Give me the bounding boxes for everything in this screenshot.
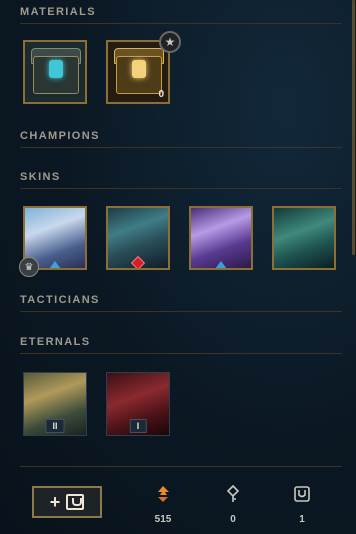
hextech-lock-icon	[49, 60, 63, 78]
orange-essence-counter: 515	[143, 484, 183, 525]
section-title-eternals: ETERNALS	[20, 336, 342, 354]
eternal-tile[interactable]: II	[23, 372, 87, 436]
key-fragment-icon	[213, 484, 253, 504]
scrollbar[interactable]	[352, 0, 355, 255]
chest-icon	[66, 494, 85, 510]
chest-count-value: 1	[299, 514, 305, 525]
materials-section: MATERIALS	[20, 6, 342, 24]
add-chest-button[interactable]: +	[32, 486, 102, 518]
skins-section: SKINS	[20, 171, 342, 189]
material-count: 0	[158, 89, 164, 100]
orange-essence-value: 515	[154, 514, 172, 525]
tacticians-section: TACTICIANS	[20, 294, 342, 312]
star-badge-icon: ★	[159, 31, 181, 53]
section-title-champions: CHAMPIONS	[20, 130, 342, 148]
epic-rarity-icon	[215, 261, 227, 268]
eternals-section: ETERNALS	[20, 336, 342, 354]
mythic-gem-icon	[130, 255, 146, 268]
masterwork-lock-icon	[132, 60, 146, 78]
chest-counter: 1	[282, 484, 322, 525]
champions-section: CHAMPIONS	[20, 130, 342, 148]
key-fragment-value: 0	[230, 514, 236, 525]
masterwork-chest-tile[interactable]: 0	[106, 40, 170, 104]
chest-icon	[282, 484, 322, 504]
eternal-series-badge: II	[45, 419, 65, 433]
plus-icon: +	[49, 491, 61, 512]
section-title-materials: MATERIALS	[20, 6, 342, 24]
hextech-chest-tile[interactable]	[23, 40, 87, 104]
skin-tile[interactable]	[106, 206, 170, 270]
epic-rarity-icon	[49, 261, 61, 268]
eternal-series-badge: I	[129, 419, 147, 433]
key-fragment-counter: 0	[213, 484, 253, 525]
section-title-skins: SKINS	[20, 171, 342, 189]
skin-tile[interactable]	[272, 206, 336, 270]
section-title-tacticians: TACTICIANS	[20, 294, 342, 312]
skin-tile[interactable]	[189, 206, 253, 270]
emblem-icon: ♛	[19, 257, 39, 277]
eternal-tile[interactable]: I	[106, 372, 170, 436]
orange-essence-icon	[143, 484, 183, 504]
footer-divider	[20, 466, 342, 467]
